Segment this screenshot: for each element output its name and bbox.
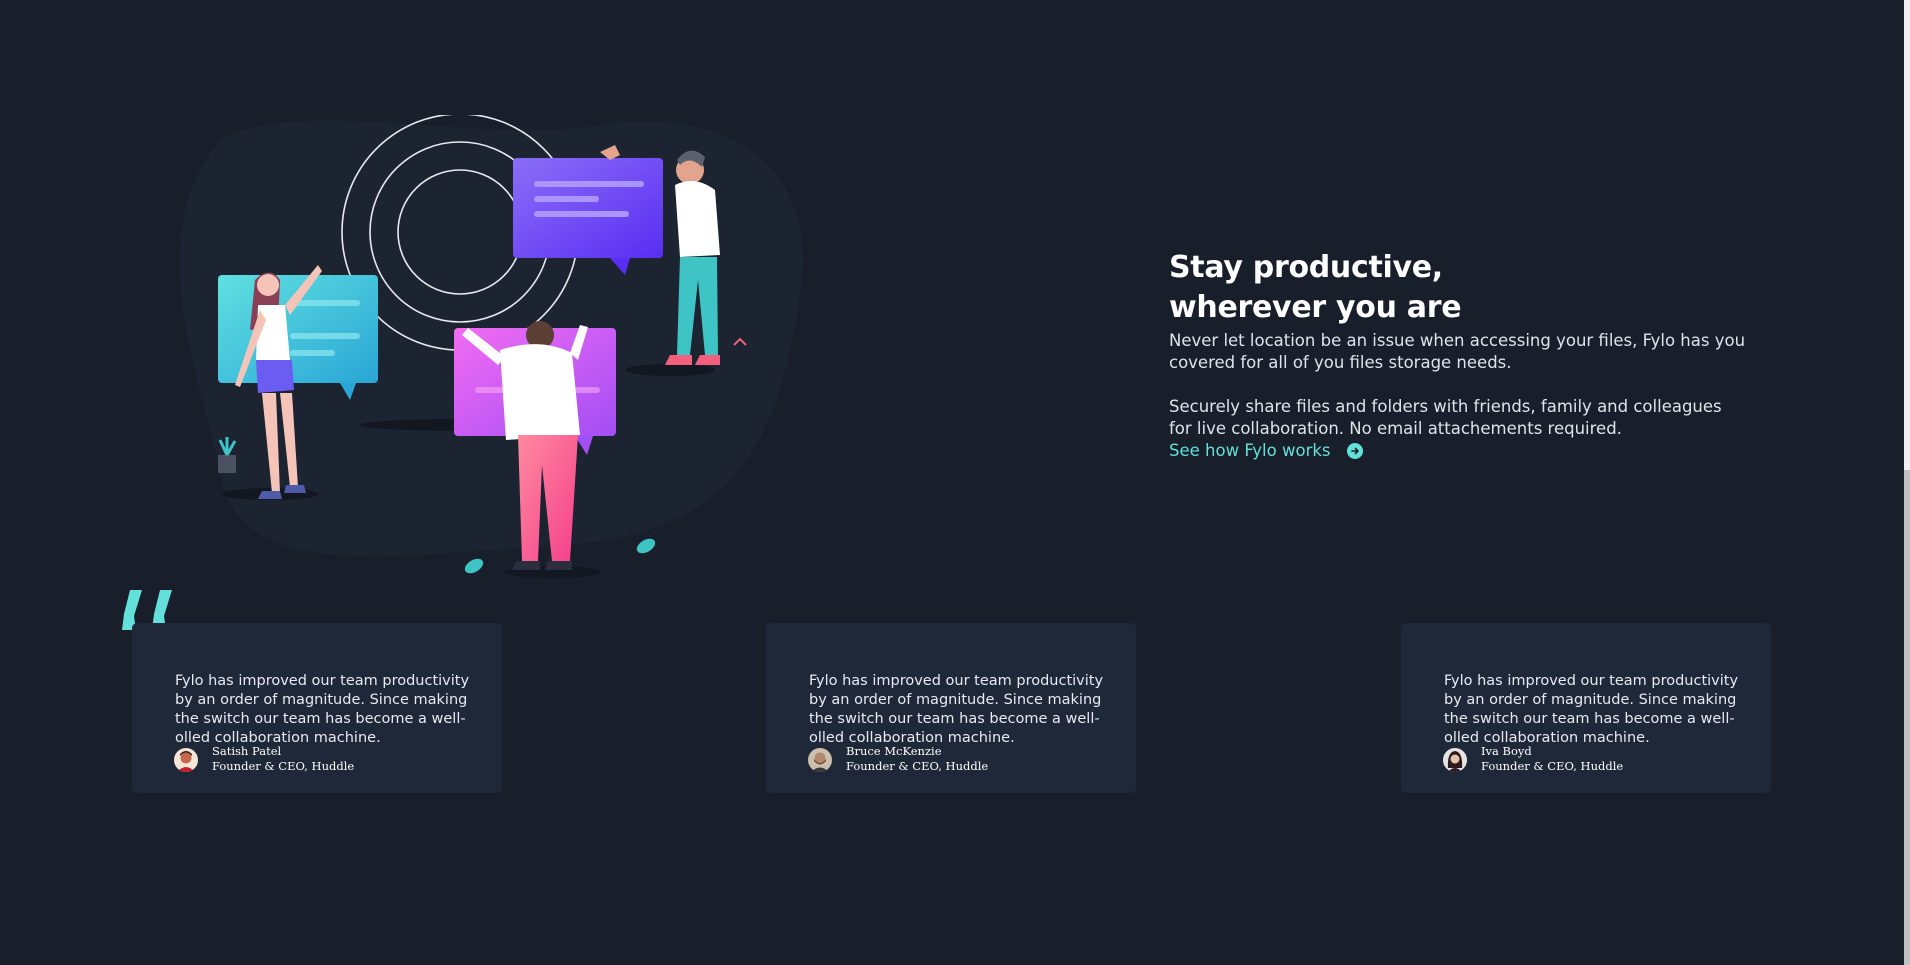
avatar	[174, 748, 198, 772]
productive-illustration	[180, 115, 820, 585]
testimonial-author: Bruce McKenzie Founder & CEO, Huddle	[846, 744, 988, 774]
testimonial-card: Fylo has improved our team productivity …	[766, 623, 1136, 793]
scrollbar-thumb[interactable]	[1904, 470, 1910, 965]
avatar	[1443, 748, 1467, 772]
productive-section: Stay productive, wherever you are Never …	[1169, 248, 1749, 462]
productive-title: Stay productive, wherever you are	[1169, 250, 1462, 325]
productive-paragraph-1: Never let location be an issue when acce…	[1169, 331, 1746, 372]
author-role: Founder & CEO, Huddle	[212, 759, 355, 773]
page: Stay productive, wherever you are Never …	[0, 0, 1904, 965]
author-role: Founder & CEO, Huddle	[1481, 759, 1624, 773]
testimonial-author: Satish Patel Founder & CEO, Huddle	[212, 744, 354, 774]
avatar	[808, 748, 832, 772]
testimonial-author: Iva Boyd Founder & CEO, Huddle	[1481, 744, 1623, 774]
page-scrollbar[interactable]	[1904, 0, 1910, 965]
author-role: Founder & CEO, Huddle	[846, 759, 989, 773]
author-name: Bruce McKenzie	[846, 744, 942, 758]
testimonial-card: Fylo has improved our team productivity …	[1401, 623, 1771, 793]
people-chat-illustration	[180, 115, 804, 578]
author-name: Iva Boyd	[1481, 744, 1532, 758]
see-how-fylo-works-link[interactable]: See how Fylo works	[1169, 440, 1363, 462]
arrow-circle-icon	[1346, 443, 1363, 459]
productive-paragraph-2: Securely share files and folders with fr…	[1169, 397, 1722, 438]
testimonial-text: Fylo has improved our team productivity …	[1444, 673, 1739, 746]
see-how-fylo-works-label: See how Fylo works	[1169, 441, 1331, 460]
testimonial-text: Fylo has improved our team productivity …	[175, 673, 470, 746]
author-name: Satish Patel	[212, 744, 282, 758]
testimonial-text: Fylo has improved our team productivity …	[809, 673, 1104, 746]
testimonial-card: Fylo has improved our team productivity …	[132, 623, 502, 793]
